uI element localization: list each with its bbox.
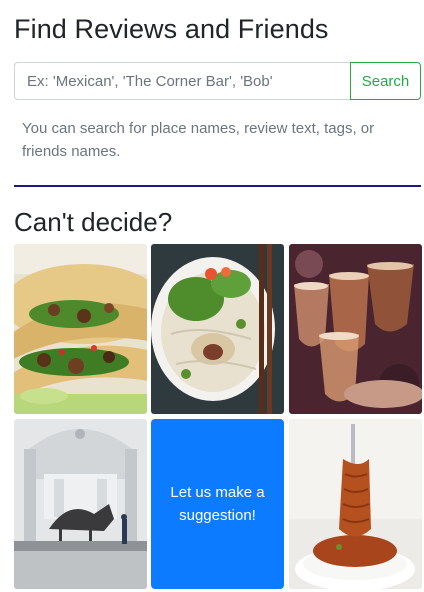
tacos-image [14,244,147,414]
spaghetti-photo[interactable] [289,419,422,589]
suggest-button[interactable]: Let us make a suggestion! [151,419,284,589]
spaghetti-image [289,419,422,589]
suggestions-title: Can't decide? [14,207,173,237]
search-button[interactable]: Search [350,62,421,100]
search-input[interactable] [14,62,350,100]
beer-glasses-image [289,244,422,414]
beer-glasses-photo[interactable] [289,244,422,414]
museum-hall-photo[interactable] [14,419,147,589]
suggest-label: Let us make a suggestion! [170,484,265,524]
museum-hall-image [14,419,147,589]
tacos-photo[interactable] [14,244,147,414]
search-help-text: You can search for place names, review t… [22,120,375,160]
noodle-bowl-photo[interactable] [151,244,284,414]
page-title: Find Reviews and Friends [14,14,329,44]
noodle-bowl-image [151,244,284,414]
search-bar: Search [14,62,421,100]
section-divider [14,185,421,187]
